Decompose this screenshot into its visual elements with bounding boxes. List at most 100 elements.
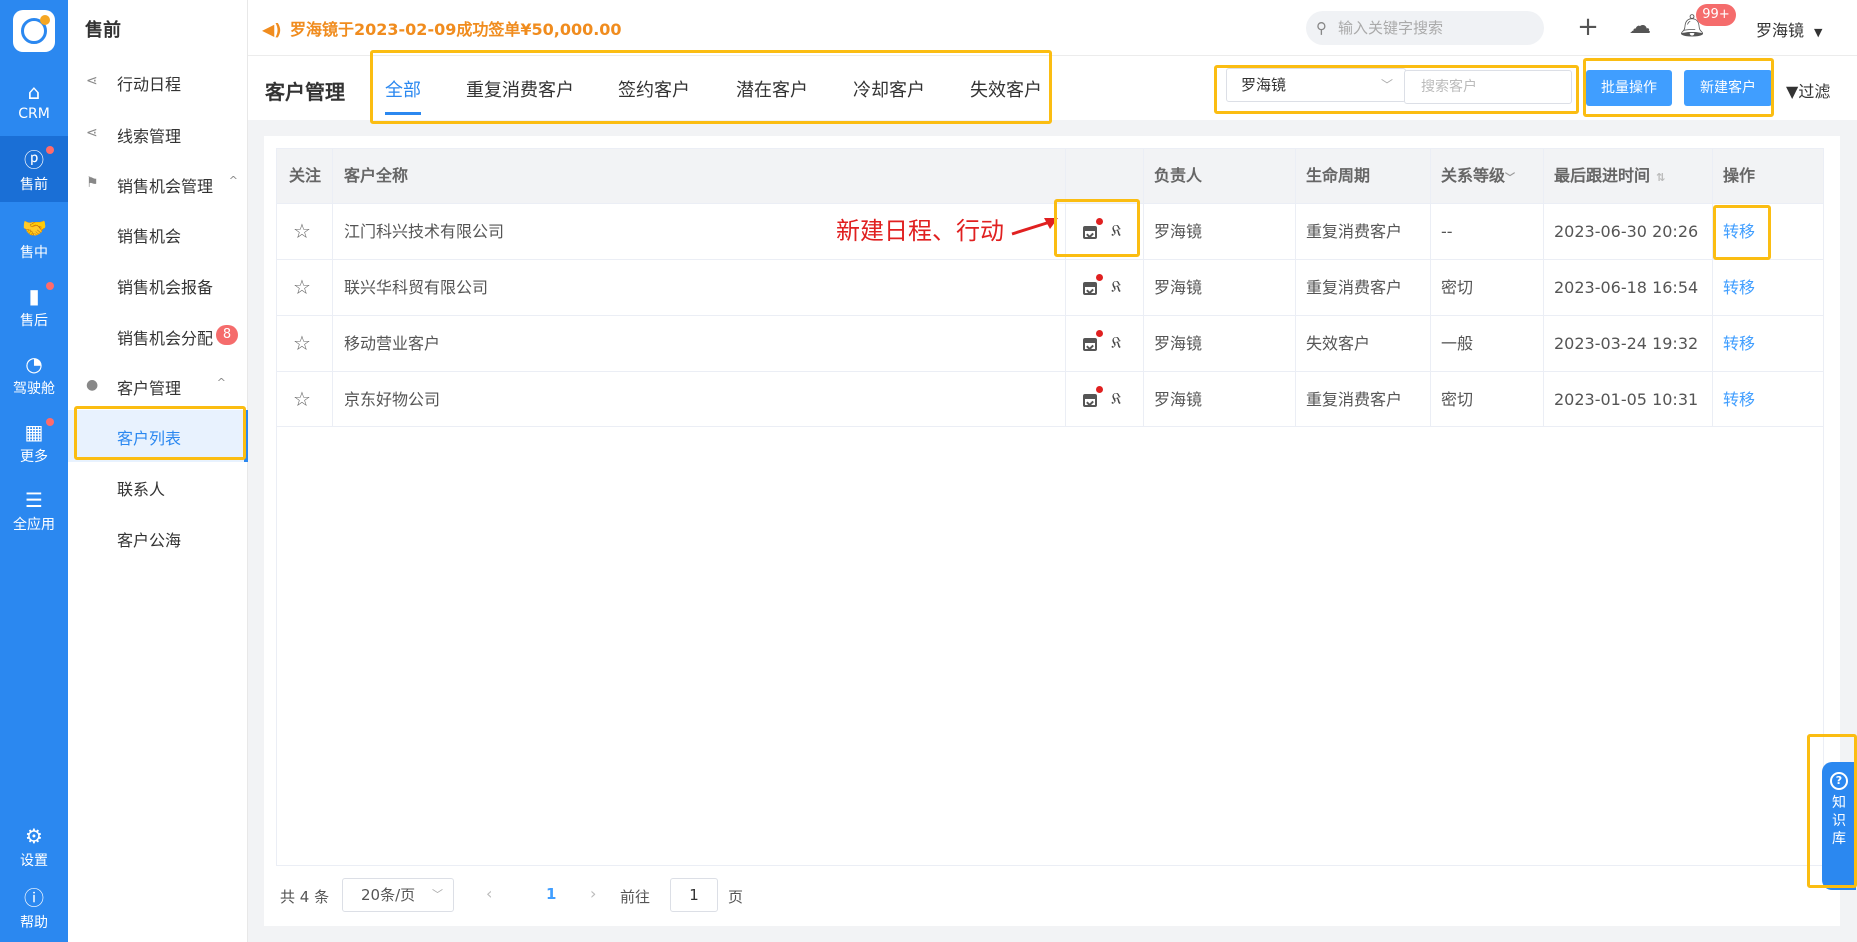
help-icon: ⓘ — [24, 886, 44, 910]
sidebar-item-opportunities[interactable]: 销售机会 — [68, 208, 248, 260]
rail-item-more[interactable]: ▦ 更多 — [0, 408, 68, 474]
handshake-icon: 🤝 — [22, 216, 47, 240]
pinterest-icon: ⓟ — [24, 148, 44, 172]
column-header-owner: 负责人 — [1154, 166, 1203, 185]
sidebar-item-customer-mgmt[interactable]: ● 客户管理 ^ — [68, 360, 248, 412]
count-badge: 8 — [216, 325, 238, 345]
rail-item-settings[interactable]: ⚙ 设置 — [0, 812, 68, 878]
column-header-name: 客户全称 — [344, 166, 409, 185]
rail-item-aftersale[interactable]: ▮ 售后 — [0, 272, 68, 338]
share-icon: ⋖ — [86, 125, 98, 141]
goto-page-input[interactable]: 1 — [670, 878, 718, 912]
current-page[interactable]: 1 — [546, 885, 556, 903]
customer-table: 关注 客户全称 负责人 生命周期 关系等级﹀ 最后跟进时间 ⇅ 操作 ☆ 江门科兴… — [276, 148, 1824, 866]
column-header-lifecycle: 生命周期 — [1306, 166, 1371, 185]
transfer-link[interactable]: 转移 — [1723, 372, 1755, 428]
flag-icon: ⚑ — [86, 175, 99, 191]
notice-banner[interactable]: ◀) 罗海镜于2023-02-09成功签单¥50,000.00 — [262, 16, 622, 40]
owner-select[interactable]: 罗海镜 ﹀ — [1226, 68, 1406, 102]
question-icon: ? — [1830, 772, 1848, 790]
calendar-icon[interactable] — [1083, 394, 1097, 407]
sidebar-item-leads[interactable]: ⋖ 线索管理 — [68, 108, 248, 160]
running-icon[interactable]: 𝔎 — [1111, 220, 1121, 242]
search-icon: ⚲ — [1316, 19, 1327, 37]
rail-item-insale[interactable]: 🤝 售中 — [0, 204, 68, 270]
star-icon[interactable]: ☆ — [291, 332, 313, 354]
next-page-icon[interactable]: › — [590, 884, 596, 903]
tab-repeat-customers[interactable]: 重复消费客户 — [466, 76, 574, 102]
user-menu[interactable]: 罗海镜 ▼ — [1756, 17, 1822, 41]
owner-cell: 罗海镜 — [1154, 334, 1203, 353]
table-row[interactable]: ☆ 联兴华科贸有限公司 𝔎 罗海镜 重复消费客户 密切 2023-06-18 1… — [277, 259, 1823, 315]
column-header-last-follow[interactable]: 最后跟进时间 ⇅ — [1554, 149, 1665, 203]
transfer-link[interactable]: 转移 — [1723, 204, 1755, 260]
user-icon: ● — [86, 377, 99, 393]
filter-button[interactable]: ▼过滤 — [1786, 78, 1830, 102]
transfer-link[interactable]: 转移 — [1723, 316, 1755, 372]
funnel-icon: ▼ — [1786, 82, 1799, 101]
customer-search-input[interactable]: 搜索客户 — [1404, 70, 1572, 104]
level-cell: -- — [1441, 222, 1453, 241]
last-follow-cell: 2023-06-18 16:54 — [1554, 278, 1699, 297]
sidebar-item-opportunity-report[interactable]: 销售机会报备 — [68, 259, 248, 311]
customer-name[interactable]: 移动营业客户 — [344, 316, 440, 372]
table-row[interactable]: ☆ 移动营业客户 𝔎 罗海镜 失效客户 一般 2023-03-24 19:32 … — [277, 315, 1823, 371]
add-icon[interactable]: + — [1573, 12, 1603, 42]
chevron-down-icon: ﹀ — [1380, 78, 1393, 92]
tab-lost-customers[interactable]: 失效客户 — [970, 76, 1042, 102]
cloud-download-icon[interactable]: ☁ — [1625, 12, 1655, 42]
tab-potential-customers[interactable]: 潜在客户 — [736, 76, 808, 102]
share-icon: ⋖ — [86, 73, 98, 89]
gear-icon: ⚙ — [25, 824, 43, 848]
batch-operation-button[interactable]: 批量操作 — [1586, 70, 1672, 106]
running-icon[interactable]: 𝔎 — [1111, 388, 1121, 410]
new-customer-button[interactable]: 新建客户 — [1684, 70, 1772, 106]
rail-item-crm[interactable]: ⌂ CRM — [0, 68, 68, 134]
sort-icon: ⇅ — [1656, 171, 1666, 184]
sidebar-item-customer-pool[interactable]: 客户公海 — [68, 512, 248, 564]
app-logo[interactable] — [13, 10, 55, 52]
tab-signed-customers[interactable]: 签约客户 — [618, 76, 690, 102]
sidebar-item-opportunity-mgmt[interactable]: ⚑ 销售机会管理 ^ — [68, 158, 248, 210]
star-icon[interactable]: ☆ — [291, 276, 313, 298]
global-search-input[interactable]: ⚲ 输入关键字搜索 — [1306, 11, 1544, 45]
transfer-link[interactable]: 转移 — [1723, 260, 1755, 316]
customer-name[interactable]: 京东好物公司 — [344, 372, 440, 428]
dashboard-icon: ◔ — [25, 352, 43, 376]
customer-name[interactable]: 联兴华科贸有限公司 — [344, 260, 488, 316]
customer-name[interactable]: 江门科兴技术有限公司 — [344, 204, 504, 260]
receipt-icon: ▮ — [28, 284, 40, 308]
rail-item-help[interactable]: ⓘ 帮助 — [0, 874, 68, 940]
sidebar-item-schedule[interactable]: ⋖ 行动日程 — [68, 56, 248, 108]
level-cell: 一般 — [1441, 334, 1474, 353]
star-icon[interactable]: ☆ — [291, 220, 313, 242]
owner-cell: 罗海镜 — [1154, 390, 1203, 409]
column-header-level[interactable]: 关系等级﹀ — [1441, 149, 1515, 203]
page-size-select[interactable]: 20条/页 ﹀ — [342, 878, 454, 912]
prev-page-icon[interactable]: ‹ — [486, 884, 492, 903]
calendar-icon[interactable] — [1083, 338, 1097, 351]
rail-item-all-apps[interactable]: ☰ 全应用 — [0, 476, 68, 542]
app-rail: ⌂ CRM ⓟ 售前 🤝 售中 ▮ 售后 ◔ 驾驶舱 ▦ 更多 ☰ 全应用 ⚙ … — [0, 0, 68, 942]
running-icon[interactable]: 𝔎 — [1111, 276, 1121, 298]
calendar-icon[interactable] — [1083, 282, 1097, 295]
page-header: 客户管理 全部 重复消费客户 签约客户 潜在客户 冷却客户 失效客户 罗海镜 ﹀… — [248, 56, 1857, 120]
tab-all[interactable]: 全部 — [385, 76, 421, 115]
knowledge-base-button[interactable]: ? 知 识 库 — [1822, 762, 1856, 890]
star-icon[interactable]: ☆ — [291, 388, 313, 410]
running-icon[interactable]: 𝔎 — [1111, 332, 1121, 354]
unread-dot — [1096, 386, 1103, 393]
annotation-text: 新建日程、行动 — [836, 217, 1004, 245]
tab-cooled-customers[interactable]: 冷却客户 — [853, 76, 925, 102]
unread-dot — [46, 418, 54, 426]
rail-item-presale[interactable]: ⓟ 售前 — [0, 136, 68, 202]
rail-item-cockpit[interactable]: ◔ 驾驶舱 — [0, 340, 68, 406]
sidebar-item-customer-list[interactable]: 客户列表 — [68, 410, 248, 462]
sidebar-item-contacts[interactable]: 联系人 — [68, 461, 248, 513]
last-follow-cell: 2023-06-30 20:26 — [1554, 222, 1699, 241]
calendar-icon[interactable] — [1083, 226, 1097, 239]
sidebar-item-opportunity-assign[interactable]: 销售机会分配 8 — [68, 310, 248, 362]
table-row[interactable]: ☆ 京东好物公司 𝔎 罗海镜 重复消费客户 密切 2023-01-05 10:3… — [277, 371, 1823, 427]
chevron-down-icon: ﹀ — [1505, 173, 1516, 184]
notification-badge: 99+ — [1696, 4, 1736, 26]
